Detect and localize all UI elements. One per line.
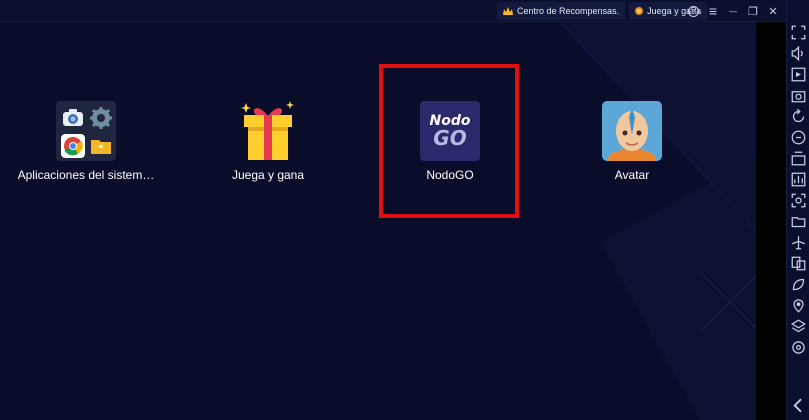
eco-mode-icon[interactable] (791, 277, 806, 292)
rewards-center-button[interactable]: Centro de Recompensas. (497, 2, 626, 20)
settings-icon[interactable] (791, 340, 806, 355)
emulator-window: Centro de Recompensas. Juega y gana ? ≡ … (0, 0, 809, 420)
sync-icon[interactable] (791, 130, 806, 145)
media-icon[interactable] (791, 67, 806, 82)
app-juega-y-gana[interactable]: Juega y gana (193, 101, 343, 201)
macro-icon[interactable] (791, 151, 806, 166)
help-icon[interactable]: ? (688, 5, 699, 17)
back-icon[interactable] (791, 398, 806, 413)
app-system-apps[interactable]: Aplicaciones del sistem… (11, 101, 161, 201)
selection-highlight (379, 64, 519, 218)
settings-gear-icon (90, 107, 112, 129)
rotate-icon[interactable] (791, 109, 806, 124)
restore-icon[interactable]: ❐ (743, 0, 763, 22)
layers-icon[interactable] (791, 319, 806, 334)
app-avatar[interactable]: Avatar (557, 101, 707, 201)
capture-icon[interactable] (791, 193, 806, 208)
minimize-icon[interactable]: — (723, 0, 743, 22)
app-label: Aplicaciones del sistem… (17, 168, 155, 182)
crown-icon (503, 7, 513, 15)
screenshot-icon[interactable] (791, 88, 806, 103)
fullscreen-icon[interactable] (791, 25, 806, 40)
system-apps-folder-icon (56, 101, 116, 161)
volume-icon[interactable] (791, 46, 806, 61)
folder-icon[interactable] (791, 214, 806, 229)
performance-icon[interactable] (791, 172, 806, 187)
multi-instance-icon[interactable] (791, 256, 806, 271)
app-label: Juega y gana (231, 168, 305, 182)
avatar-character-icon (602, 101, 662, 161)
chrome-icon (61, 134, 85, 158)
right-toolbar (786, 0, 809, 420)
menu-icon[interactable]: ≡ (703, 0, 723, 22)
gift-icon (241, 101, 294, 160)
screen-edge (756, 22, 786, 420)
app-label: Avatar (614, 168, 650, 182)
file-manager-icon (91, 140, 111, 154)
airplane-icon[interactable] (791, 235, 806, 250)
close-icon[interactable]: ✕ (763, 0, 783, 22)
title-bar: Centro de Recompensas. Juega y gana ? ≡ … (0, 0, 809, 22)
camera-icon (63, 109, 83, 126)
location-icon[interactable] (791, 298, 806, 313)
coin-icon (635, 7, 644, 15)
rewards-center-label: Centro de Recompensas. (517, 6, 620, 16)
